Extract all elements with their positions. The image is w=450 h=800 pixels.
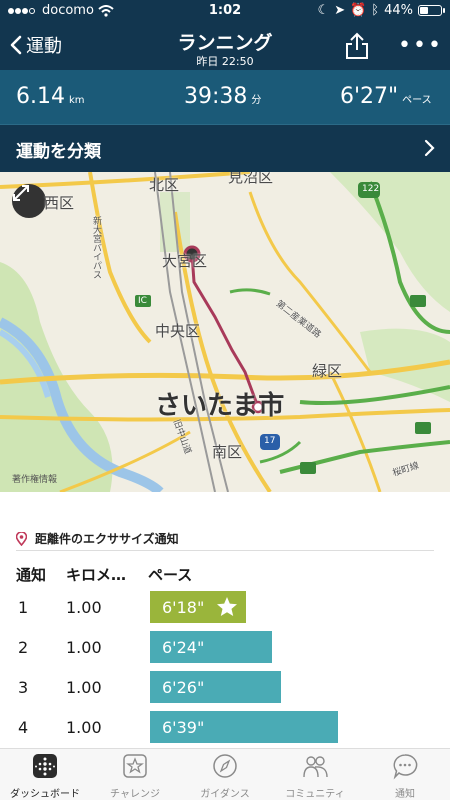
duration-unit: 分 xyxy=(251,95,262,106)
pace-bar: 6'24" xyxy=(150,631,272,663)
tab-bar: ダッシュボード チャレンジ ガイダンス コミュニティ 通知 xyxy=(0,748,450,800)
duration-value: 39:38 xyxy=(184,84,248,109)
header-split: 通知 xyxy=(16,566,47,584)
legal-link[interactable]: 著作権情報 xyxy=(12,472,57,485)
compass-icon xyxy=(213,754,237,778)
status-bar: docomo 1:02 ☾ ➤ ⏰ ᛒ 44% xyxy=(0,0,450,22)
battery-icon xyxy=(418,5,445,16)
tab-community[interactable]: コミュニティ xyxy=(270,753,360,800)
splits-section-header: 距離件のエクササイズ通知 xyxy=(16,530,179,547)
tab-guidance-label: ガイダンス xyxy=(200,789,250,800)
split-distance: 1.00 xyxy=(66,718,102,737)
route-122-label: 122 xyxy=(362,184,380,194)
route-17-label: 17 xyxy=(264,436,276,446)
pace-bar: 6'18" xyxy=(150,591,246,623)
map-label-minuma: 見沼区 xyxy=(228,172,274,186)
split-row: 2 1.00 6'24" xyxy=(0,628,450,668)
page-subtitle: 昨日 22:50 xyxy=(196,55,254,68)
pace-label: 6'39" xyxy=(162,717,205,737)
pace-label: 6'26" xyxy=(162,677,205,697)
expand-map-button[interactable] xyxy=(12,184,46,218)
expand-icon xyxy=(13,185,29,201)
chevron-right-icon xyxy=(424,139,435,157)
pace-value: 6'27" xyxy=(340,84,399,109)
map-pin-icon xyxy=(16,531,27,546)
dashboard-icon xyxy=(33,754,57,778)
bluetooth-icon: ᛒ xyxy=(371,3,380,18)
header-km: キロメ… xyxy=(66,566,127,584)
pace-label: 6'24" xyxy=(162,637,205,657)
battery-level xyxy=(420,7,428,14)
distance-value: 6.14 xyxy=(16,84,65,109)
divider xyxy=(16,550,434,551)
community-icon xyxy=(303,756,328,778)
map-label-midori: 緑区 xyxy=(312,362,343,380)
tab-dashboard[interactable]: ダッシュボード xyxy=(0,753,90,800)
challenge-icon xyxy=(123,754,147,778)
splits-table-header: 通知 キロメ… ペース xyxy=(0,562,450,586)
location-icon: ➤ xyxy=(334,3,346,18)
route-map[interactable]: 北区 西区 見沼区 大宮区 中央区 緑区 さいたま市 南区 新大宮バイパス 第二… xyxy=(0,172,450,492)
page-title: ランニング xyxy=(177,32,273,54)
distance-unit: km xyxy=(68,95,85,106)
ic-label: IC xyxy=(138,296,147,306)
pace-bar: 6'39" xyxy=(150,711,338,743)
alarm-icon: ⏰ xyxy=(350,3,367,18)
best-star-icon xyxy=(217,597,238,616)
nav-bar: 運動 ランニング 昨日 22:50 ••• xyxy=(0,22,450,70)
share-icon[interactable] xyxy=(344,32,370,60)
pace-stat: 6'27" ペース xyxy=(340,84,432,109)
splits-title: 距離件のエクササイズ通知 xyxy=(35,532,179,546)
map-label-kita: 北区 xyxy=(149,176,180,194)
split-distance: 1.00 xyxy=(66,678,102,697)
map-label-minami: 南区 xyxy=(212,443,243,461)
classify-exercise-row[interactable]: 運動を分類 xyxy=(0,124,450,172)
pace-label: 6'18" xyxy=(162,597,205,617)
more-options-icon[interactable]: ••• xyxy=(398,35,443,57)
header-pace: ペース xyxy=(148,566,193,584)
tab-challenge-label: チャレンジ xyxy=(110,789,160,800)
tab-community-label: コミュニティ xyxy=(285,789,345,800)
split-row: 4 1.00 6'39" xyxy=(0,708,450,748)
split-distance: 1.00 xyxy=(66,598,102,617)
pace-unit: ペース xyxy=(402,95,432,106)
pace-bar: 6'26" xyxy=(150,671,281,703)
map-label-saitama: さいたま市 xyxy=(155,391,285,421)
map-label-omiya: 大宮区 xyxy=(162,252,208,270)
split-row: 3 1.00 6'26" xyxy=(0,668,450,708)
tab-notifications-label: 通知 xyxy=(395,789,415,800)
stats-bar: 6.14 km 39:38 分 6'27" ペース xyxy=(0,70,450,124)
map-label-chuo: 中央区 xyxy=(155,322,201,340)
split-number: 4 xyxy=(18,718,29,737)
header: docomo 1:02 ☾ ➤ ⏰ ᛒ 44% 運動 ランニング 昨日 22:5… xyxy=(0,0,450,172)
classify-exercise-label: 運動を分類 xyxy=(16,142,101,162)
battery-percent: 44% xyxy=(384,3,413,18)
duration-stat: 39:38 分 xyxy=(184,84,261,109)
split-number: 3 xyxy=(18,678,29,697)
tab-challenge[interactable]: チャレンジ xyxy=(90,753,180,800)
tab-guidance[interactable]: ガイダンス xyxy=(180,753,270,800)
moon-icon: ☾ xyxy=(317,3,330,18)
map-label-nishi: 西区 xyxy=(44,194,75,212)
distance-stat: 6.14 km xyxy=(16,84,85,109)
split-number: 2 xyxy=(18,638,29,657)
split-distance: 1.00 xyxy=(66,638,102,657)
map-label-bypass: 新大宮バイパス xyxy=(91,216,101,279)
tab-dashboard-label: ダッシュボード xyxy=(10,789,80,800)
tab-notifications[interactable]: 通知 xyxy=(360,753,450,800)
chat-bubble-icon xyxy=(393,754,418,780)
split-number: 1 xyxy=(18,598,29,617)
split-row: 1 1.00 6'18" xyxy=(0,588,450,628)
